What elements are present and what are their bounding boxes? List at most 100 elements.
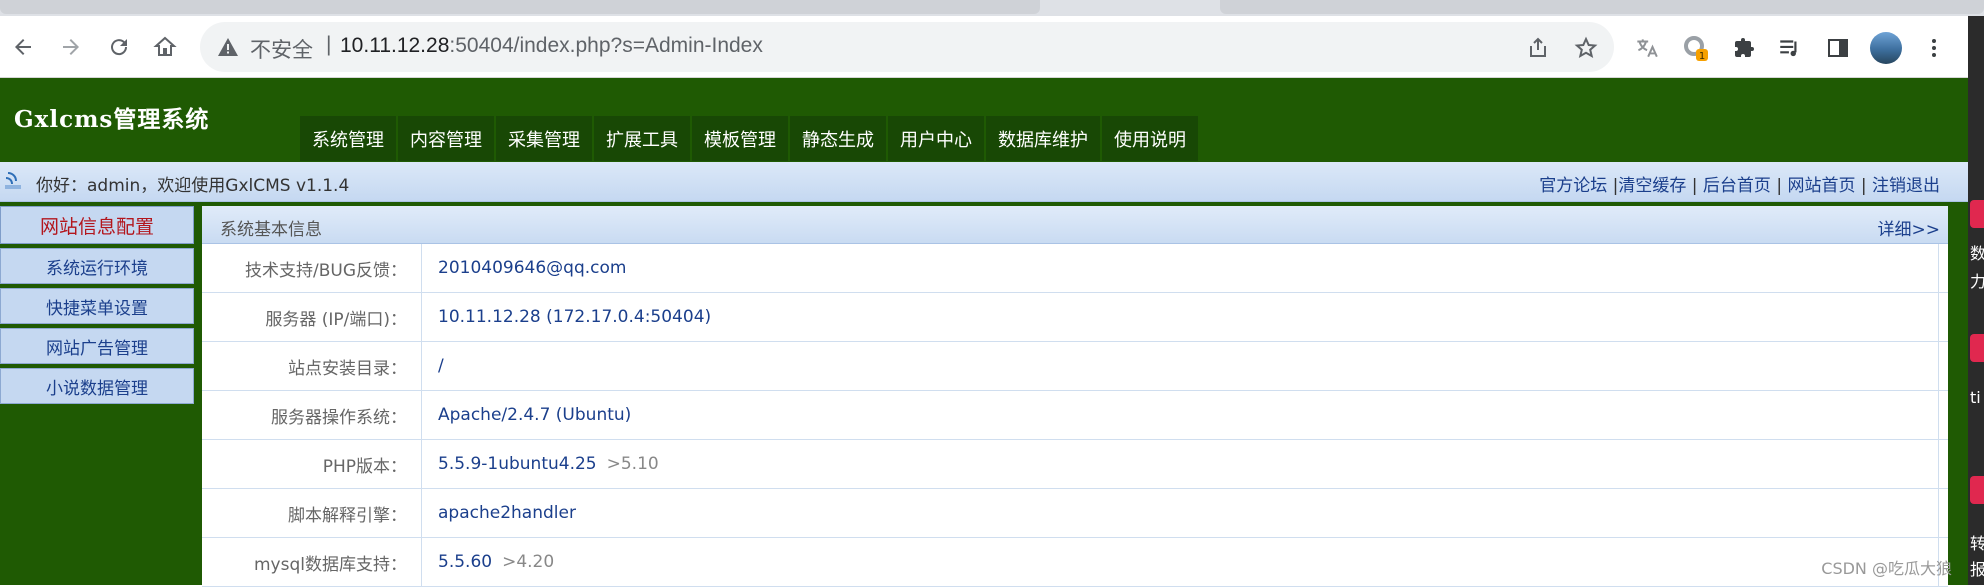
link-admin-home[interactable]: 后台首页 [1703, 176, 1771, 196]
browser-tab-strip [0, 0, 1984, 16]
sidebar-item-novel-data[interactable]: 小说数据管理 [0, 368, 194, 404]
nav-item[interactable]: 系统管理 [300, 116, 396, 161]
nav-item[interactable]: 扩展工具 [594, 116, 690, 161]
admin-page: Gxlcms管理系统 系统管理 内容管理 采集管理 扩展工具 模板管理 静态生成… [0, 78, 1968, 587]
row-value: 5.5.60 >4.20 [422, 538, 1938, 586]
row-value-text: / [438, 356, 444, 376]
system-info-panel: 系统基本信息 详细>> 技术支持/BUG反馈： 2010409646@qq.co… [202, 206, 1948, 587]
row-edge [1938, 391, 1948, 439]
row-value: 5.5.9-1ubuntu4.25 >5.10 [422, 440, 1938, 488]
link-separator: | [1776, 176, 1783, 196]
sidebar-item-shortcut-menu[interactable]: 快捷菜单设置 [0, 288, 194, 324]
row-edge [1938, 489, 1948, 537]
watermark: CSDN @吃瓜大狼 [1821, 559, 1952, 578]
row-edge [1938, 244, 1948, 292]
nav-item[interactable]: 模板管理 [692, 116, 788, 161]
link-site-home[interactable]: 网站首页 [1787, 176, 1855, 196]
row-note: >4.20 [502, 552, 555, 572]
row-value-text: Apache/2.4.7 (Ubuntu) [438, 405, 632, 425]
security-label[interactable]: 不安全 [250, 34, 313, 64]
detail-link[interactable]: 详细>> [1878, 215, 1941, 240]
window-text-fragment: 转 [1970, 534, 1984, 553]
url-host: 10.11.12.28 [340, 34, 450, 57]
table-row: 站点安装目录： / [202, 342, 1948, 391]
nav-item[interactable]: 使用说明 [1102, 116, 1198, 161]
user-icon [5, 172, 21, 189]
forward-button[interactable] [54, 30, 88, 64]
browser-menu-button[interactable] [1918, 32, 1950, 64]
row-value: Apache/2.4.7 (Ubuntu) [422, 391, 1938, 439]
link-separator: | [1860, 176, 1867, 196]
row-note: >5.10 [606, 454, 659, 474]
browser-tab[interactable] [0, 0, 1040, 14]
link-forum[interactable]: 官方论坛 [1539, 176, 1607, 196]
welcome-bar: 你好：admin，欢迎使用GxlCMS v1.1.4 官方论坛 |清空缓存 | … [0, 162, 1968, 202]
top-links: 官方论坛 |清空缓存 | 后台首页 | 网站首页 | 注销退出 [1539, 171, 1940, 196]
nav-item[interactable]: 静态生成 [790, 116, 886, 161]
app-badge [1970, 476, 1984, 504]
home-icon [153, 36, 177, 56]
forward-arrow-icon [63, 39, 79, 55]
nav-item[interactable]: 采集管理 [496, 116, 592, 161]
share-button[interactable] [1524, 34, 1552, 62]
extension-button-2[interactable]: 1 [1680, 32, 1712, 64]
window-text-fragment: 报 [1970, 560, 1984, 579]
sidebar: 网站信息配置 系统运行环境 快捷菜单设置 网站广告管理 小说数据管理 [0, 206, 196, 404]
window-text-fragment: 数 [1970, 244, 1984, 263]
main-nav: 系统管理 内容管理 采集管理 扩展工具 模板管理 静态生成 用户中心 数据库维护… [300, 116, 1198, 161]
browser-tab[interactable] [1220, 0, 1984, 14]
reload-button[interactable] [102, 30, 136, 64]
row-label: 技术支持/BUG反馈： [202, 244, 422, 292]
profile-button[interactable] [1870, 32, 1902, 64]
media-control-button[interactable] [1774, 32, 1806, 64]
home-button[interactable] [148, 30, 182, 64]
window-text-fragment: ti [1970, 388, 1981, 407]
app-badge [1970, 334, 1984, 362]
url-path: :50404/index.php?s=Admin-Index [449, 34, 763, 57]
extensions-menu-button[interactable] [1728, 32, 1760, 64]
reload-icon [111, 39, 128, 56]
url-text[interactable]: 10.11.12.28:50404/index.php?s=Admin-Inde… [340, 34, 763, 58]
playlist-icon [1780, 40, 1797, 57]
nav-item[interactable]: 用户中心 [888, 116, 984, 161]
sidebar-item-runtime-env[interactable]: 系统运行环境 [0, 248, 194, 284]
row-value: / [422, 342, 1938, 390]
table-row: mysql数据库支持： 5.5.60 >4.20 [202, 538, 1948, 587]
row-value: 10.11.12.28 (172.17.0.4:50404) [422, 293, 1938, 341]
app-logo: Gxlcms管理系统 [14, 106, 210, 133]
app-badge [1970, 200, 1984, 228]
link-logout[interactable]: 注销退出 [1872, 176, 1940, 196]
side-panel-icon [1828, 39, 1848, 57]
row-label: mysql数据库支持： [202, 538, 422, 586]
side-panel-button[interactable] [1822, 32, 1854, 64]
row-value-text: 2010409646@qq.com [438, 258, 627, 278]
sidebar-item-ad-management[interactable]: 网站广告管理 [0, 328, 194, 364]
table-row: 脚本解释引擎： apache2handler [202, 489, 1948, 538]
sidebar-header[interactable]: 网站信息配置 [0, 206, 194, 244]
warning-icon[interactable] [216, 35, 240, 59]
back-button[interactable] [6, 30, 40, 64]
row-value: apache2handler [422, 489, 1938, 537]
row-label: 脚本解释引擎： [202, 489, 422, 537]
share-icon [1530, 37, 1546, 57]
background-window-edge[interactable]: 数 力 ti 转 报 [1968, 16, 1984, 585]
row-value: 2010409646@qq.com [422, 244, 1938, 292]
star-icon [1574, 36, 1598, 58]
link-clear-cache[interactable]: 清空缓存 [1618, 176, 1686, 196]
panel-title: 系统基本信息 [220, 220, 322, 240]
row-edge [1938, 293, 1948, 341]
row-label: 站点安装目录： [202, 342, 422, 390]
welcome-message: 你好：admin，欢迎使用GxlCMS v1.1.4 [36, 176, 350, 196]
table-row: 服务器 (IP/端口)： 10.11.12.28 (172.17.0.4:504… [202, 293, 1948, 342]
row-edge [1938, 440, 1948, 488]
extension-badge-count: 1 [1699, 51, 1705, 62]
nav-item[interactable]: 数据库维护 [986, 116, 1100, 161]
row-value-text: 5.5.9-1ubuntu4.25 [438, 454, 597, 474]
address-bar[interactable]: 不安全 | 10.11.12.28:50404/index.php?s=Admi… [200, 22, 1614, 72]
nav-item[interactable]: 内容管理 [398, 116, 494, 161]
extension-button-1[interactable] [1630, 32, 1662, 64]
row-label: PHP版本： [202, 440, 422, 488]
bookmark-button[interactable] [1572, 34, 1600, 62]
link-separator: | [1691, 176, 1698, 196]
table-row: 服务器操作系统： Apache/2.4.7 (Ubuntu) [202, 391, 1948, 440]
